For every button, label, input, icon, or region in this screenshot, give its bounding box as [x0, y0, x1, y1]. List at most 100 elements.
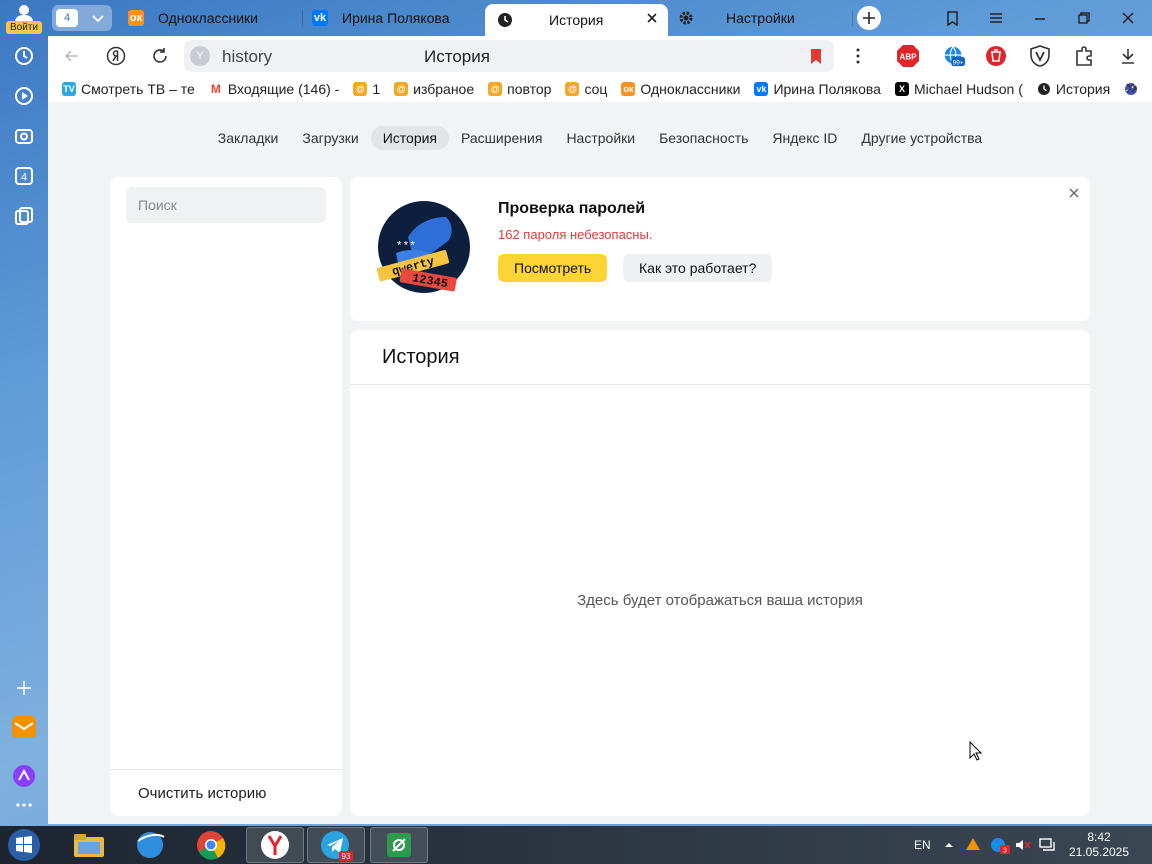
password-illustration: qwerty 12345 *** [368, 197, 472, 301]
bookmark-item[interactable]: vk Ирина Полякова [754, 81, 881, 97]
reload-icon[interactable] [146, 42, 174, 70]
site-info-icon[interactable]: Y [190, 46, 210, 66]
clock-date: 21.05.2025 [1068, 845, 1130, 859]
bookmark-item[interactable]: TV Смотреть ТВ – те [62, 81, 195, 97]
tab-title: Одноклассники [158, 10, 259, 26]
bookmark-item[interactable]: X Michael Hudson ( [894, 81, 1023, 97]
new-tab-button[interactable] [857, 6, 881, 30]
chrome-icon[interactable] [182, 827, 240, 863]
how-it-works-button[interactable]: Как это работает? [623, 254, 773, 282]
kebab-menu-icon[interactable] [846, 44, 870, 68]
vk-icon: vk [754, 82, 769, 96]
empty-history-message: Здесь будет отображаться ваша история [577, 592, 863, 609]
svg-text:4: 4 [21, 172, 27, 184]
yandex-browser-icon[interactable] [246, 827, 304, 863]
more-bookmarks-icon[interactable] [1124, 81, 1138, 95]
banner-warning: 162 пароля небезопасны. [498, 227, 653, 242]
search-input[interactable] [126, 187, 326, 223]
collections-button-icon[interactable] [940, 6, 964, 30]
green-app-icon[interactable] [370, 827, 428, 863]
mouse-pointer-icon [969, 741, 983, 761]
folder-icon: @ [394, 82, 409, 96]
collections-icon[interactable] [12, 204, 36, 228]
close-tab-icon[interactable] [646, 12, 658, 24]
nav-downloads[interactable]: Загрузки [290, 126, 370, 150]
login-label: Войти [6, 21, 42, 34]
close-icon[interactable] [1066, 185, 1082, 201]
tab-history[interactable]: История [485, 4, 668, 36]
mail-icon[interactable] [0, 714, 48, 740]
tray-notification-icon[interactable]: 3 [990, 826, 1010, 864]
nav-history[interactable]: История [370, 126, 450, 150]
bookmark-icon[interactable] [806, 46, 826, 66]
puzzle-icon[interactable] [1072, 44, 1096, 68]
bookmark-item[interactable]: @ повтор [488, 81, 551, 97]
bookmarks-bar: TV Смотреть ТВ – те M Входящие (146) - @… [48, 78, 1152, 100]
globe-extension-icon[interactable]: 99+ [942, 44, 966, 68]
more-icon[interactable] [0, 795, 48, 821]
gear-icon [678, 10, 694, 26]
bookmark-item[interactable]: ок Одноклассники [621, 81, 740, 97]
red-extension-icon[interactable] [984, 44, 1008, 68]
show-hidden-icons[interactable] [944, 826, 954, 864]
settings-navigation: Закладки Загрузки История Расширения Нас… [48, 126, 1152, 150]
tray-app-icon[interactable] [964, 826, 982, 864]
divider [110, 769, 342, 770]
add-panel-icon[interactable] [12, 676, 36, 700]
svg-text:3: 3 [1003, 848, 1007, 855]
view-passwords-button[interactable]: Посмотреть [498, 254, 608, 282]
screenshot-icon[interactable] [12, 124, 36, 148]
adblock-plus-icon[interactable]: ABP [896, 44, 920, 68]
bookmark-item[interactable]: История [1037, 81, 1110, 97]
clock[interactable]: 8:42 21.05.2025 [1064, 830, 1134, 860]
tab-vk[interactable]: vk Ирина Полякова [312, 4, 482, 32]
tab-settings[interactable]: Настройки [678, 4, 848, 32]
taskbar: 93 EN 3 8:42 21.05.2025 [0, 826, 1152, 864]
close-window-icon[interactable] [1116, 6, 1140, 30]
svg-text:99+: 99+ [953, 59, 964, 66]
back-icon[interactable] [58, 42, 86, 70]
download-icon[interactable] [1116, 44, 1140, 68]
play-icon[interactable] [12, 84, 36, 108]
menu-icon[interactable] [984, 6, 1008, 30]
volume-muted-icon[interactable] [1014, 826, 1032, 864]
nav-bookmarks[interactable]: Закладки [206, 126, 291, 150]
tab-divider [302, 10, 303, 26]
explorer-icon[interactable] [60, 827, 118, 863]
start-button[interactable] [4, 827, 44, 863]
folder-icon: @ [488, 82, 503, 96]
vertical-sidebar: Войти 4 [0, 0, 48, 826]
divider [350, 384, 1090, 385]
clock-time: 8:42 [1087, 830, 1111, 844]
bookmark-item[interactable]: @ соц [565, 81, 607, 97]
nav-settings[interactable]: Настройки [554, 126, 647, 150]
network-icon[interactable] [1038, 826, 1056, 864]
profile-button[interactable]: Войти [6, 4, 42, 34]
yandex-icon[interactable] [102, 42, 130, 70]
shield-v-icon[interactable] [1028, 44, 1052, 68]
telegram-icon[interactable]: 93 [307, 827, 365, 863]
address-page-title: История [424, 47, 490, 66]
tab-count: 4 [56, 9, 78, 27]
minimize-icon[interactable] [1028, 6, 1052, 30]
tab-counter[interactable]: 4 [52, 5, 112, 31]
history-icon[interactable] [12, 44, 36, 68]
tabs-count-icon[interactable]: 4 [12, 164, 36, 188]
address-bar[interactable]: Y history История [184, 40, 834, 72]
nav-security[interactable]: Безопасность [647, 126, 760, 150]
nav-extensions[interactable]: Расширения [449, 126, 554, 150]
restore-icon[interactable] [1072, 6, 1096, 30]
tab-odnoklassniki[interactable]: ок Одноклассники [128, 4, 298, 32]
tab-title: История [549, 12, 604, 28]
bookmark-item[interactable]: @ избраное [394, 81, 474, 97]
language-indicator[interactable]: EN [914, 826, 931, 864]
clear-history-button[interactable]: Очистить историю [138, 785, 266, 802]
alice-icon[interactable] [0, 763, 48, 789]
bookmark-item[interactable]: @ 1 [353, 81, 380, 97]
tab-title: Ирина Полякова [342, 10, 450, 26]
password-check-banner: qwerty 12345 *** Проверка паролей 162 па… [350, 177, 1090, 321]
nav-other-devices[interactable]: Другие устройства [849, 126, 994, 150]
bookmark-item[interactable]: M Входящие (146) - [208, 81, 339, 97]
internet-explorer-icon[interactable] [121, 827, 179, 863]
nav-yandex-id[interactable]: Яндекс ID [760, 126, 849, 150]
